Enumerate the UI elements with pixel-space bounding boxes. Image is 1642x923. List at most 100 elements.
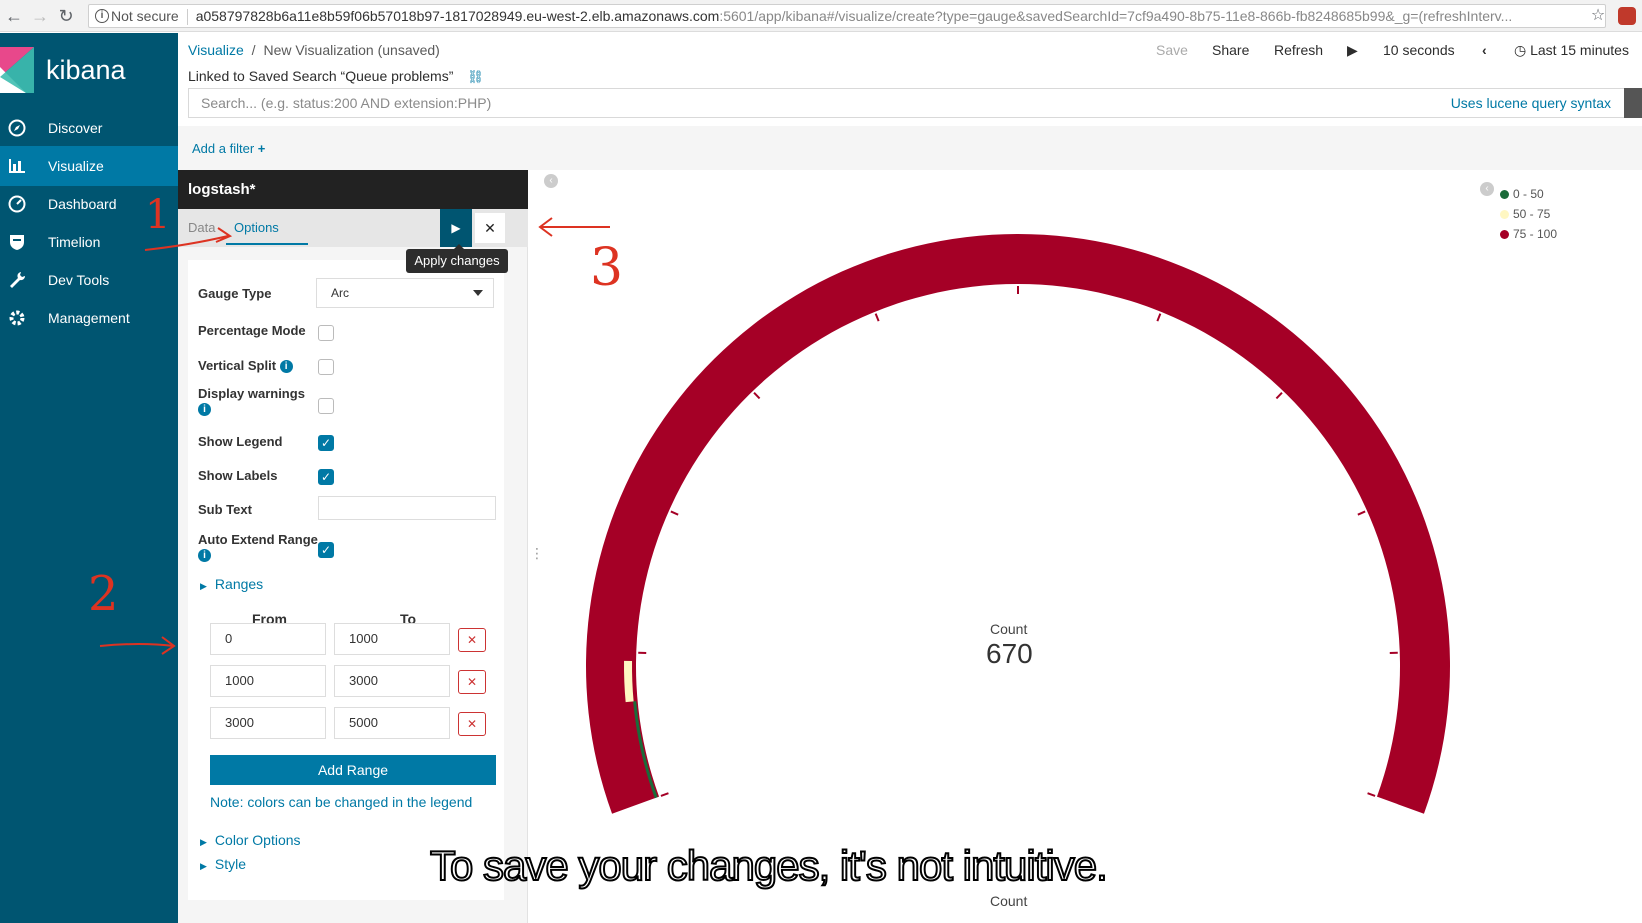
info-icon[interactable]: i bbox=[95, 9, 109, 23]
close-icon: ✕ bbox=[466, 633, 478, 647]
nav-label: Dev Tools bbox=[48, 272, 110, 288]
show-labels-label: Show Labels bbox=[198, 468, 278, 483]
info-icon[interactable]: i bbox=[279, 360, 293, 374]
refresh-button[interactable]: Refresh bbox=[1274, 42, 1323, 58]
percentage-mode-label: Percentage Mode bbox=[198, 323, 306, 338]
remove-range-button[interactable]: ✕ bbox=[458, 628, 486, 652]
nav-discover[interactable]: Discover bbox=[0, 108, 178, 148]
info-icon[interactable]: i bbox=[198, 549, 211, 563]
style-toggle[interactable]: ▶ Style bbox=[200, 856, 246, 872]
display-warnings-checkbox[interactable] bbox=[318, 398, 334, 414]
range-to-input[interactable]: 3000 bbox=[334, 665, 450, 697]
sub-text-label: Sub Text bbox=[198, 502, 252, 517]
info-icon[interactable]: i bbox=[198, 403, 211, 417]
nav-visualize[interactable]: Visualize bbox=[0, 146, 178, 186]
style-title: Style bbox=[214, 856, 247, 872]
legend-toggle-icon[interactable]: ‹ bbox=[1480, 182, 1494, 196]
url-rest: :5601/app/kibana#/visualize/create?type=… bbox=[719, 8, 1513, 24]
annotation-one: 1 bbox=[145, 192, 171, 238]
legend-dot bbox=[1500, 230, 1509, 240]
chevron-left-icon[interactable]: ‹ bbox=[1482, 42, 1487, 58]
share-button[interactable]: Share bbox=[1212, 42, 1249, 58]
gauge-tick bbox=[1357, 510, 1366, 516]
gauge-tick bbox=[1275, 391, 1283, 400]
gauge-tick bbox=[660, 792, 669, 797]
ranges-title: Ranges bbox=[214, 576, 264, 592]
vertical-split-checkbox[interactable] bbox=[318, 359, 334, 375]
linked-search-text: Linked to Saved Search “Queue problems” bbox=[188, 68, 454, 84]
url-host: a058797828b6a11e8b59f06b57018b97-1817028… bbox=[195, 8, 720, 24]
remove-range-button[interactable]: ✕ bbox=[458, 712, 486, 736]
extension-icon[interactable] bbox=[1618, 7, 1636, 25]
gauge-band bbox=[586, 233, 1450, 814]
legend-item[interactable]: 50 - 75 bbox=[1500, 207, 1550, 221]
play-icon[interactable]: ▶ bbox=[1347, 42, 1358, 59]
show-legend-checkbox[interactable]: ✓ bbox=[318, 435, 334, 451]
remove-range-button[interactable]: ✕ bbox=[458, 670, 486, 694]
star-icon[interactable]: ☆ bbox=[1588, 6, 1608, 26]
caret-right-icon: ▶ bbox=[200, 837, 207, 847]
close-icon: ✕ bbox=[466, 717, 478, 731]
nav-dev-tools[interactable]: Dev Tools bbox=[0, 260, 178, 300]
back-icon[interactable]: ← bbox=[4, 6, 24, 26]
gauge-tick bbox=[874, 313, 880, 322]
gear-icon bbox=[9, 310, 25, 326]
range-to-input[interactable]: 1000 bbox=[334, 623, 450, 655]
unlink-icon[interactable]: ⛓ bbox=[467, 69, 484, 84]
tab-data[interactable]: Data bbox=[188, 220, 215, 235]
dashboard-icon bbox=[8, 195, 26, 213]
address-bar[interactable]: i Not secure a058797828b6a11e8b59f06b5701… bbox=[88, 4, 1606, 28]
breadcrumb-visualize[interactable]: Visualize bbox=[188, 42, 244, 58]
add-range-button[interactable]: Add Range bbox=[210, 755, 496, 785]
nav-management[interactable]: Management bbox=[0, 298, 178, 338]
time-picker[interactable]: ◷ Last 15 minutes bbox=[1514, 42, 1629, 59]
apply-changes-button[interactable]: ▶ bbox=[440, 209, 472, 247]
index-pattern-title: logstash* bbox=[178, 170, 528, 209]
auto-extend-text: Auto Extend Range bbox=[198, 532, 318, 547]
gauge-tick bbox=[1367, 792, 1376, 797]
clock-icon: ◷ bbox=[1514, 42, 1527, 58]
interval-button[interactable]: 10 seconds bbox=[1383, 42, 1455, 58]
auto-extend-label: Auto Extend Range i bbox=[198, 532, 318, 563]
range-from-input[interactable]: 1000 bbox=[210, 665, 326, 697]
check-icon: ✓ bbox=[320, 543, 332, 557]
show-labels-checkbox[interactable]: ✓ bbox=[318, 469, 334, 485]
range-from-input[interactable]: 3000 bbox=[210, 707, 326, 739]
add-filter-button[interactable]: Add a filter + bbox=[192, 141, 265, 156]
search-button[interactable] bbox=[1624, 88, 1642, 118]
add-filter-label: Add a filter bbox=[192, 141, 255, 156]
nav-label: Visualize bbox=[48, 158, 104, 174]
editor-tabs: Data Options ▶ ✕ bbox=[178, 209, 528, 247]
forward-icon[interactable]: → bbox=[30, 6, 50, 26]
reload-icon[interactable]: ↻ bbox=[56, 6, 76, 26]
gauge-tick bbox=[753, 391, 761, 400]
gauge-arc bbox=[586, 233, 1450, 814]
lucene-syntax-link[interactable]: Uses lucene query syntax bbox=[1451, 89, 1611, 117]
legend-item[interactable]: 0 - 50 bbox=[1500, 187, 1544, 201]
range-to-input[interactable]: 5000 bbox=[334, 707, 450, 739]
auto-extend-checkbox[interactable]: ✓ bbox=[318, 542, 334, 558]
search-placeholder: Search... (e.g. status:200 AND extension… bbox=[201, 95, 492, 111]
range-from-input[interactable]: 0 bbox=[210, 623, 326, 655]
gauge-value: 670 bbox=[986, 638, 1033, 669]
caret-right-icon: ▶ bbox=[200, 581, 207, 591]
plus-icon: + bbox=[257, 141, 266, 156]
ranges-toggle[interactable]: ▶ Ranges bbox=[200, 576, 263, 592]
discard-changes-button[interactable]: ✕ bbox=[475, 213, 505, 243]
legend-item[interactable]: 75 - 100 bbox=[1500, 227, 1557, 241]
percentage-mode-checkbox[interactable] bbox=[318, 325, 334, 341]
color-options-toggle[interactable]: ▶ Color Options bbox=[200, 832, 301, 848]
gauge-type-value: Arc bbox=[331, 286, 349, 300]
legend-label: 75 - 100 bbox=[1513, 227, 1558, 241]
breadcrumb-separator: / bbox=[251, 42, 256, 58]
gauge-type-select[interactable]: Arc bbox=[316, 278, 494, 308]
gauge-label: Count bbox=[990, 621, 1028, 637]
sub-text-input[interactable] bbox=[318, 496, 496, 520]
search-input[interactable]: Search... (e.g. status:200 AND extension… bbox=[188, 88, 1626, 118]
tab-options[interactable]: Options bbox=[234, 220, 279, 235]
legend-label: 50 - 75 bbox=[1513, 207, 1551, 221]
save-button[interactable]: Save bbox=[1156, 42, 1188, 58]
browser-toolbar: ← → ↻ i Not secure a058797828b6a11e8b59f0… bbox=[0, 0, 1642, 32]
show-legend-label: Show Legend bbox=[198, 434, 283, 449]
legend-label: 0 - 50 bbox=[1513, 187, 1544, 201]
